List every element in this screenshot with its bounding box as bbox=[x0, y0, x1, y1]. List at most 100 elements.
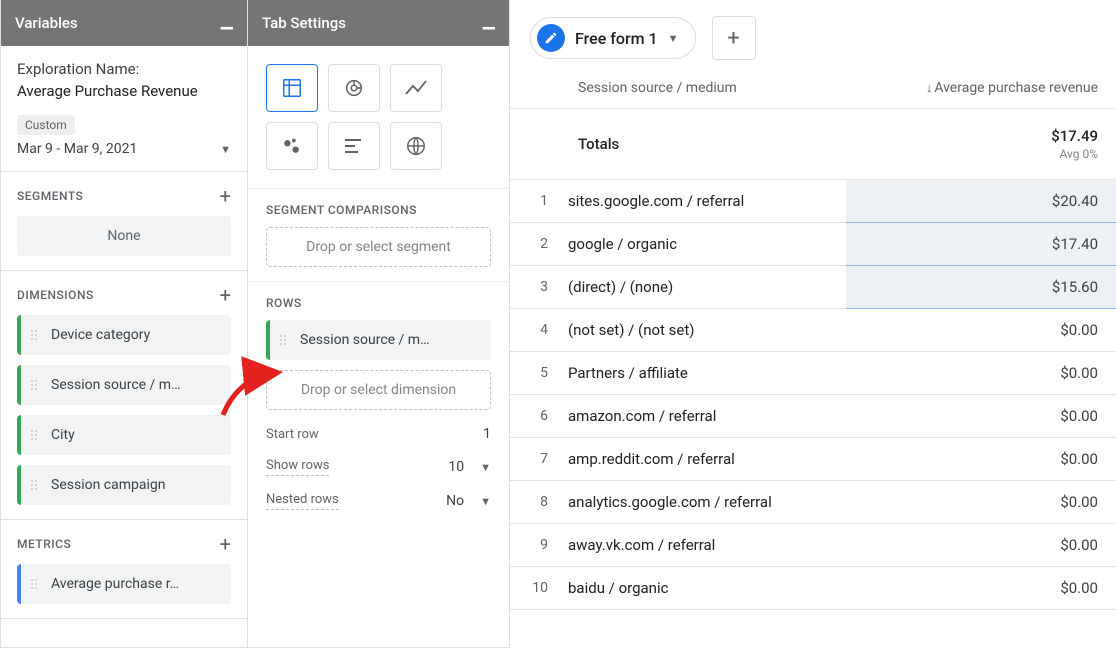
drag-handle-icon bbox=[280, 335, 290, 345]
row-dimension-value: amazon.com / referral bbox=[560, 395, 846, 438]
row-index: 3 bbox=[510, 266, 560, 309]
row-index: 1 bbox=[510, 180, 560, 223]
row-metric-value: $0.00 bbox=[846, 352, 1116, 395]
dimension-chip[interactable]: Session source / m… bbox=[17, 365, 231, 405]
date-range-value: Mar 9 - Mar 9, 2021 bbox=[17, 141, 137, 157]
chevron-down-icon[interactable]: ▼ bbox=[668, 32, 679, 45]
variables-title: Variables bbox=[15, 14, 78, 32]
chevron-down-icon: ▼ bbox=[480, 495, 491, 508]
row-dimension-value: google / organic bbox=[560, 223, 846, 266]
drag-handle-icon bbox=[31, 430, 41, 440]
row-dimension-value: baidu / organic bbox=[560, 567, 846, 610]
table-row[interactable]: 3(direct) / (none)$15.60 bbox=[510, 266, 1116, 309]
chip-label: Device category bbox=[51, 327, 150, 343]
row-index: 8 bbox=[510, 481, 560, 524]
exploration-name-value[interactable]: Average Purchase Revenue bbox=[17, 82, 231, 100]
row-metric-value: $0.00 bbox=[846, 481, 1116, 524]
show-rows-value: 10 bbox=[448, 459, 464, 475]
table-row[interactable]: 1sites.google.com / referral$20.40 bbox=[510, 180, 1116, 223]
table-row[interactable]: 10baidu / organic$0.00 bbox=[510, 567, 1116, 610]
tab-freeform[interactable]: Free form 1 ▼ bbox=[530, 17, 696, 59]
drag-handle-icon bbox=[31, 579, 41, 589]
date-range-picker[interactable]: Custom Mar 9 - Mar 9, 2021 ▼ bbox=[17, 114, 231, 157]
segments-title: SEGMENTS bbox=[17, 189, 83, 203]
totals-label: Totals bbox=[560, 109, 846, 180]
add-segment-button[interactable]: + bbox=[220, 186, 231, 206]
viz-line-button[interactable] bbox=[390, 64, 442, 112]
metrics-title: METRICS bbox=[17, 537, 71, 551]
row-metric-value: $17.40 bbox=[846, 223, 1116, 266]
exploration-name-section: Exploration Name: Average Purchase Reven… bbox=[1, 46, 247, 172]
tab-settings-panel: Tab Settings _ SEGMENT COMPA bbox=[248, 0, 510, 648]
start-row-value: 1 bbox=[483, 426, 491, 442]
row-metric-value: $0.00 bbox=[846, 438, 1116, 481]
row-index: 7 bbox=[510, 438, 560, 481]
metrics-section: METRICS + Average purchase r… bbox=[1, 520, 247, 619]
table-row[interactable]: 6amazon.com / referral$0.00 bbox=[510, 395, 1116, 438]
table-row[interactable]: 4(not set) / (not set)$0.00 bbox=[510, 309, 1116, 352]
segments-empty: None bbox=[17, 216, 231, 256]
index-header bbox=[510, 68, 560, 109]
visualization-picker bbox=[248, 46, 509, 188]
chip-label: City bbox=[51, 427, 75, 443]
chip-label: Average purchase r… bbox=[51, 576, 179, 592]
chip-label: Session campaign bbox=[51, 477, 165, 493]
row-dimension-dropzone[interactable]: Drop or select dimension bbox=[266, 370, 491, 410]
row-index: 5 bbox=[510, 352, 560, 395]
row-metric-value: $0.00 bbox=[846, 395, 1116, 438]
table-row[interactable]: 7amp.reddit.com / referral$0.00 bbox=[510, 438, 1116, 481]
viz-donut-button[interactable] bbox=[328, 64, 380, 112]
totals-row: Totals $17.49 Avg 0% bbox=[510, 109, 1116, 180]
drag-handle-icon bbox=[31, 330, 41, 340]
add-tab-button[interactable]: + bbox=[712, 16, 756, 60]
row-dimension-value: Partners / affiliate bbox=[560, 352, 846, 395]
table-row[interactable]: 8analytics.google.com / referral$0.00 bbox=[510, 481, 1116, 524]
table-row[interactable]: 5Partners / affiliate$0.00 bbox=[510, 352, 1116, 395]
row-metric-value: $0.00 bbox=[846, 567, 1116, 610]
row-dimension-value: (not set) / (not set) bbox=[560, 309, 846, 352]
dimension-chip[interactable]: Session campaign bbox=[17, 465, 231, 505]
nested-rows-label: Nested rows bbox=[266, 492, 339, 510]
variables-header: Variables _ bbox=[1, 0, 247, 46]
segments-section: SEGMENTS + None bbox=[1, 172, 247, 271]
table-row[interactable]: 2google / organic$17.40 bbox=[510, 223, 1116, 266]
dimension-chip[interactable]: City bbox=[17, 415, 231, 455]
row-index: 6 bbox=[510, 395, 560, 438]
viz-bar-button[interactable] bbox=[328, 122, 380, 170]
rows-section: ROWS Session source / m… Drop or select … bbox=[248, 281, 509, 524]
viz-geo-button[interactable] bbox=[390, 122, 442, 170]
nested-rows-setting[interactable]: Nested rows No▼ bbox=[266, 492, 491, 510]
viz-scatter-button[interactable] bbox=[266, 122, 318, 170]
add-metric-button[interactable]: + bbox=[220, 534, 231, 554]
row-dimension-chip[interactable]: Session source / m… bbox=[266, 320, 491, 360]
tab-settings-title: Tab Settings bbox=[262, 14, 346, 32]
drag-handle-icon bbox=[31, 380, 41, 390]
rows-title: ROWS bbox=[266, 296, 491, 310]
report-table: Session source / medium ↓Average purchas… bbox=[510, 68, 1116, 610]
viz-table-button[interactable] bbox=[266, 64, 318, 112]
chevron-down-icon: ▼ bbox=[480, 461, 491, 474]
metric-chip[interactable]: Average purchase r… bbox=[17, 564, 231, 604]
drag-handle-icon bbox=[31, 480, 41, 490]
totals-value: $17.49 bbox=[1051, 127, 1098, 145]
row-index: 10 bbox=[510, 567, 560, 610]
add-dimension-button[interactable]: + bbox=[220, 285, 231, 305]
pencil-icon bbox=[537, 24, 565, 52]
row-dimension-value: (direct) / (none) bbox=[560, 266, 846, 309]
start-row-setting[interactable]: Start row 1 bbox=[266, 426, 491, 442]
dimension-header[interactable]: Session source / medium bbox=[560, 68, 846, 109]
dimension-chip[interactable]: Device category bbox=[17, 315, 231, 355]
show-rows-setting[interactable]: Show rows 10 ▼ bbox=[266, 458, 491, 476]
tab-settings-header: Tab Settings _ bbox=[248, 0, 509, 46]
exploration-name-label: Exploration Name: bbox=[17, 60, 231, 78]
show-rows-label: Show rows bbox=[266, 458, 329, 476]
tab-name: Free form 1 bbox=[575, 29, 658, 48]
row-metric-value: $0.00 bbox=[846, 309, 1116, 352]
metric-header[interactable]: ↓Average purchase revenue bbox=[846, 68, 1116, 109]
row-metric-value: $15.60 bbox=[846, 266, 1116, 309]
segment-dropzone[interactable]: Drop or select segment bbox=[266, 227, 491, 267]
row-index: 9 bbox=[510, 524, 560, 567]
sort-desc-icon: ↓ bbox=[926, 81, 933, 96]
row-metric-value: $0.00 bbox=[846, 524, 1116, 567]
table-row[interactable]: 9away.vk.com / referral$0.00 bbox=[510, 524, 1116, 567]
